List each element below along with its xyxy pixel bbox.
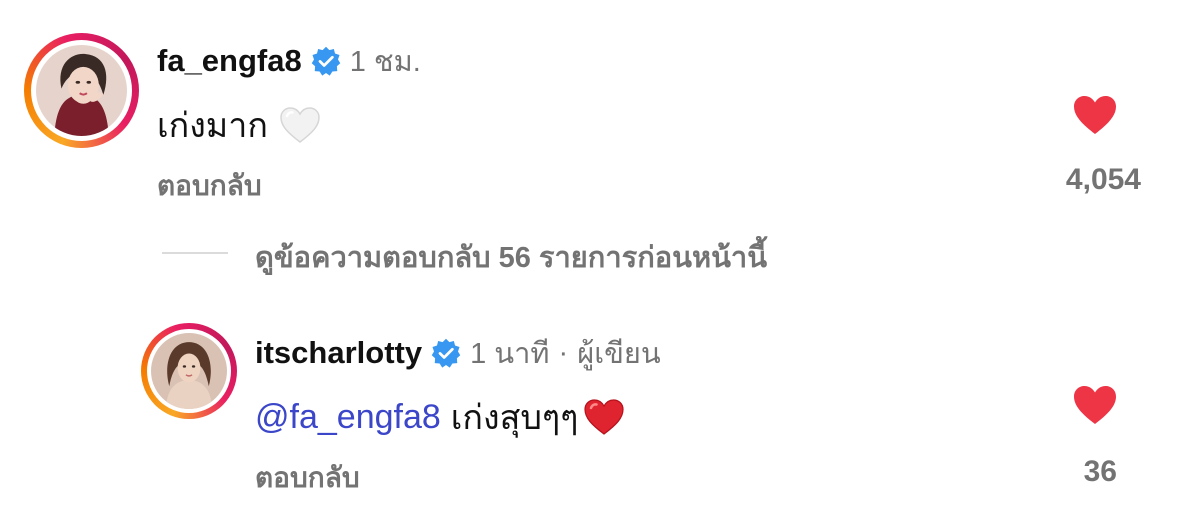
like-count: 36	[1083, 455, 1117, 488]
author-tag: ผู้เขียน	[577, 338, 661, 370]
comment-body: เก่งสุบๆๆ	[450, 399, 579, 437]
white-heart-icon	[278, 105, 322, 145]
avatar-ring-gap	[31, 40, 132, 141]
comment-text: เก่งมาก	[157, 98, 322, 152]
username[interactable]: fa_engfa8	[157, 43, 302, 79]
username[interactable]: itscharlotty	[255, 335, 422, 371]
avatar[interactable]	[141, 323, 237, 419]
separator-dot: ·	[558, 336, 569, 369]
reply-button[interactable]: ตอบกลับ	[255, 456, 360, 500]
comment-text: @fa_engfa8 เก่งสุบๆๆ	[255, 390, 626, 444]
red-heart-icon	[582, 397, 626, 437]
heart-icon[interactable]	[1072, 94, 1118, 136]
timestamp: 1 ชม.	[349, 46, 421, 78]
comment-header: fa_engfa8 1 ชม.	[157, 38, 421, 84]
avatar[interactable]	[24, 33, 139, 148]
verified-badge-icon	[311, 46, 341, 76]
avatar-ring-gap	[147, 329, 231, 413]
divider-line	[162, 252, 228, 254]
comment-body: เก่งมาก	[157, 107, 268, 145]
comment-header: itscharlotty 1 นาที · ผู้เขียน	[255, 330, 661, 376]
avatar-photo	[36, 45, 127, 136]
avatar-photo	[151, 333, 227, 409]
verified-badge-icon	[431, 338, 461, 368]
reply-button[interactable]: ตอบกลับ	[157, 164, 262, 208]
timestamp: 1 นาที	[470, 338, 550, 370]
heart-icon[interactable]	[1072, 384, 1118, 426]
like-count: 4,054	[1065, 163, 1141, 196]
mention-link[interactable]: @fa_engfa8	[255, 398, 441, 437]
view-previous-replies-link[interactable]: ดูข้อความตอบกลับ 56 รายการก่อนหน้านี้	[255, 234, 767, 280]
